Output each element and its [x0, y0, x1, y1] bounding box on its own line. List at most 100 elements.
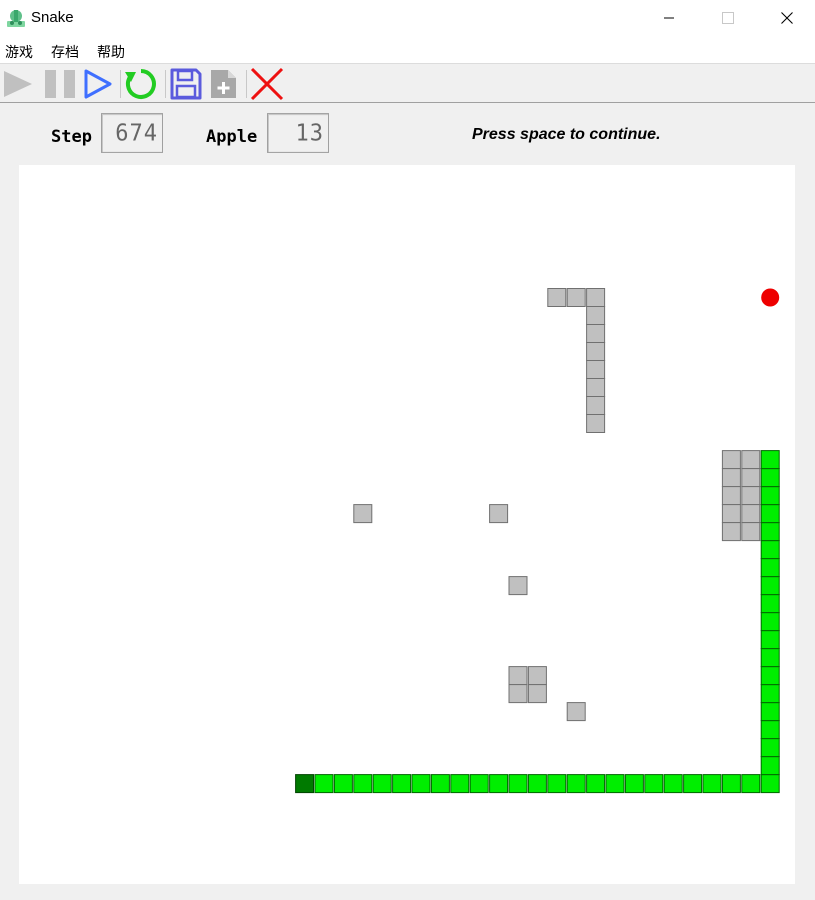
obstacle-block	[586, 306, 606, 325]
title-bar: Snake	[0, 0, 815, 36]
obstacle-block	[721, 450, 741, 470]
obstacle-block	[508, 684, 528, 704]
snake-body-segment	[760, 612, 780, 632]
obstacle-block	[586, 414, 606, 433]
step-play-icon	[84, 69, 112, 99]
play-icon	[4, 71, 32, 97]
snake-body-segment	[760, 594, 780, 614]
apple-counter: 13	[267, 113, 329, 153]
apple	[761, 288, 780, 307]
toolbar-separator	[120, 70, 121, 98]
snake-body-segment	[760, 648, 780, 668]
obstacle-block	[586, 324, 606, 343]
snake-body-segment	[760, 774, 780, 794]
minimize-button[interactable]	[646, 0, 692, 36]
snake-body-segment	[760, 756, 780, 776]
maximize-button	[705, 0, 751, 36]
step-label: Step	[51, 127, 92, 147]
snake-body-segment	[314, 774, 334, 794]
snake-body-segment	[760, 666, 780, 686]
snake-body-segment	[760, 486, 780, 506]
snake-body-segment	[547, 774, 567, 794]
close-button[interactable]	[764, 0, 810, 36]
snake-body-segment	[760, 702, 780, 722]
snake-body-segment	[760, 558, 780, 578]
quit-button[interactable]	[250, 67, 284, 101]
obstacle-block	[741, 522, 761, 542]
maximize-icon	[722, 12, 734, 24]
apple-label: Apple	[206, 127, 258, 147]
obstacle-block	[527, 666, 547, 686]
toolbar-separator	[165, 70, 166, 98]
game-board[interactable]	[19, 165, 795, 884]
save-button[interactable]	[169, 67, 203, 101]
menu-bar: 游戏 存档 帮助	[0, 36, 815, 63]
status-message: Press space to continue.	[472, 126, 661, 143]
obstacle-block	[741, 486, 761, 506]
game-grid	[295, 288, 780, 794]
obstacle-block	[508, 666, 528, 686]
snake-body-segment	[702, 774, 722, 794]
load-button	[207, 67, 241, 101]
info-panel: Step 674 Apple 13 Press space to continu…	[0, 102, 815, 164]
snake-body-segment	[469, 774, 489, 794]
obstacle-block	[721, 504, 741, 524]
snake-body-segment	[663, 774, 683, 794]
save-icon	[170, 68, 202, 100]
snake-body-segment	[741, 774, 761, 794]
snake-body-segment	[760, 738, 780, 758]
snake-body-segment	[566, 774, 586, 794]
snake-body-segment	[450, 774, 470, 794]
obstacle-block	[353, 504, 373, 524]
obstacle-block	[508, 576, 528, 596]
snake-body-segment	[760, 630, 780, 650]
snake-body-segment	[333, 774, 353, 794]
step-counter: 674	[101, 113, 163, 153]
snake-body-segment	[760, 576, 780, 596]
obstacle-block	[741, 450, 761, 470]
obstacle-block	[586, 396, 606, 415]
load-file-icon	[211, 70, 236, 98]
obstacle-block	[586, 288, 606, 307]
obstacle-block	[586, 378, 606, 397]
snake-body-segment	[508, 774, 528, 794]
snake-body-segment	[586, 774, 606, 794]
snake-body-segment	[760, 450, 780, 470]
snake-body-segment	[372, 774, 392, 794]
restart-button[interactable]	[124, 67, 158, 101]
obstacle-block	[489, 504, 509, 524]
step-button[interactable]	[81, 67, 115, 101]
snake-body-segment	[760, 720, 780, 740]
snake-body-segment	[527, 774, 547, 794]
snake-body-segment	[760, 468, 780, 488]
obstacle-block	[547, 288, 567, 307]
snake-head	[295, 774, 315, 794]
snake-body-segment	[760, 522, 780, 542]
snake-body-segment	[760, 684, 780, 704]
snake-app-icon	[7, 10, 25, 27]
pause-icon	[45, 70, 75, 98]
snake-body-segment	[430, 774, 450, 794]
obstacle-block	[527, 684, 547, 704]
minimize-icon	[664, 17, 674, 19]
play-button	[1, 67, 35, 101]
toolbar	[0, 63, 815, 103]
snake-body-segment	[721, 774, 741, 794]
obstacle-block	[721, 468, 741, 488]
menu-game[interactable]: 游戏	[5, 42, 33, 62]
obstacle-block	[586, 360, 606, 379]
close-x-icon	[250, 67, 284, 101]
menu-help[interactable]: 帮助	[97, 42, 125, 62]
restart-icon	[125, 69, 156, 99]
pause-button	[43, 67, 77, 101]
snake-body-segment	[605, 774, 625, 794]
snake-body-segment	[489, 774, 509, 794]
menu-save[interactable]: 存档	[51, 42, 79, 62]
obstacle-block	[741, 468, 761, 488]
snake-body-segment	[683, 774, 703, 794]
toolbar-separator	[246, 70, 247, 98]
obstacle-block	[741, 504, 761, 524]
obstacle-block	[586, 342, 606, 361]
obstacle-block	[566, 288, 586, 307]
snake-body-segment	[760, 540, 780, 560]
